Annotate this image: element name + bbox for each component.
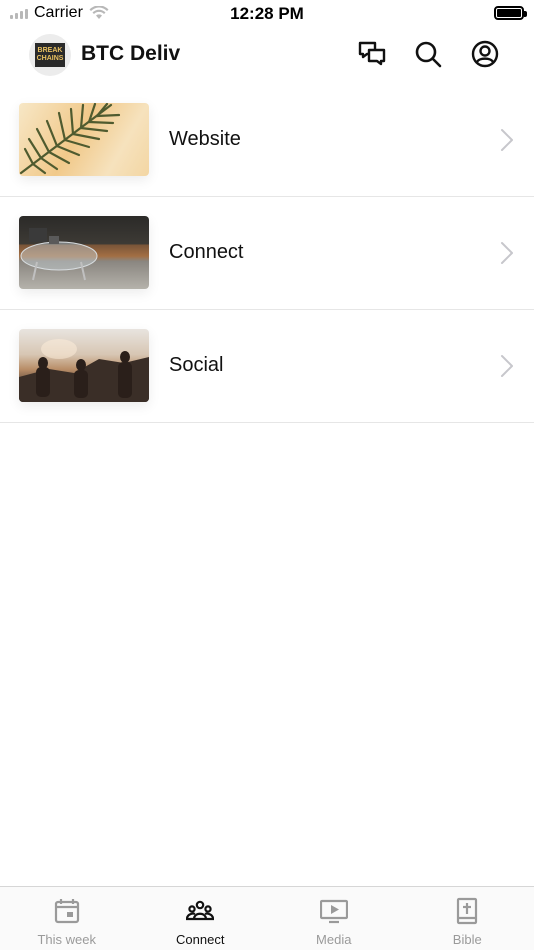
calendar-icon xyxy=(54,899,79,924)
logo-text: BREAK CHAINS xyxy=(35,43,65,67)
tab-this-week[interactable]: This week xyxy=(0,887,134,950)
website-thumbnail xyxy=(19,103,149,176)
app-header: BREAK CHAINS BTC Deliv xyxy=(0,28,534,84)
bottom-tab-bar: This week Connect Media Bible xyxy=(0,886,534,950)
search-icon[interactable] xyxy=(412,38,444,70)
tab-media[interactable]: Media xyxy=(267,887,401,950)
status-bar: Carrier 12:28 PM xyxy=(0,0,534,28)
tab-label: Connect xyxy=(176,932,225,947)
tab-connect[interactable]: Connect xyxy=(134,887,268,950)
item-label: Social xyxy=(169,354,224,376)
list-item-social[interactable]: Social xyxy=(0,310,534,423)
tab-label: Bible xyxy=(452,932,482,947)
status-time: 12:28 PM xyxy=(230,4,304,23)
tab-bible[interactable]: Bible xyxy=(401,887,534,950)
chevron-right-icon xyxy=(501,242,513,264)
list-item-connect[interactable]: Connect xyxy=(0,197,534,310)
chevron-right-icon xyxy=(501,129,513,151)
bible-icon xyxy=(457,897,478,925)
tab-label: This week xyxy=(37,932,97,947)
item-label: Website xyxy=(169,128,241,150)
account-icon[interactable] xyxy=(469,38,501,70)
item-label: Connect xyxy=(169,241,244,263)
group-icon xyxy=(186,900,215,921)
tab-label: Media xyxy=(316,932,352,947)
app-title: BTC Deliv xyxy=(81,42,181,65)
connect-thumbnail xyxy=(19,216,149,289)
church-logo[interactable]: BREAK CHAINS xyxy=(29,34,71,76)
play-screen-icon xyxy=(319,899,348,924)
battery-icon xyxy=(494,6,527,20)
chat-icon[interactable] xyxy=(356,38,388,70)
connect-list: Website Connect Social xyxy=(0,84,534,423)
social-thumbnail xyxy=(19,329,149,402)
chevron-right-icon xyxy=(501,355,513,377)
list-item-website[interactable]: Website xyxy=(0,84,534,197)
